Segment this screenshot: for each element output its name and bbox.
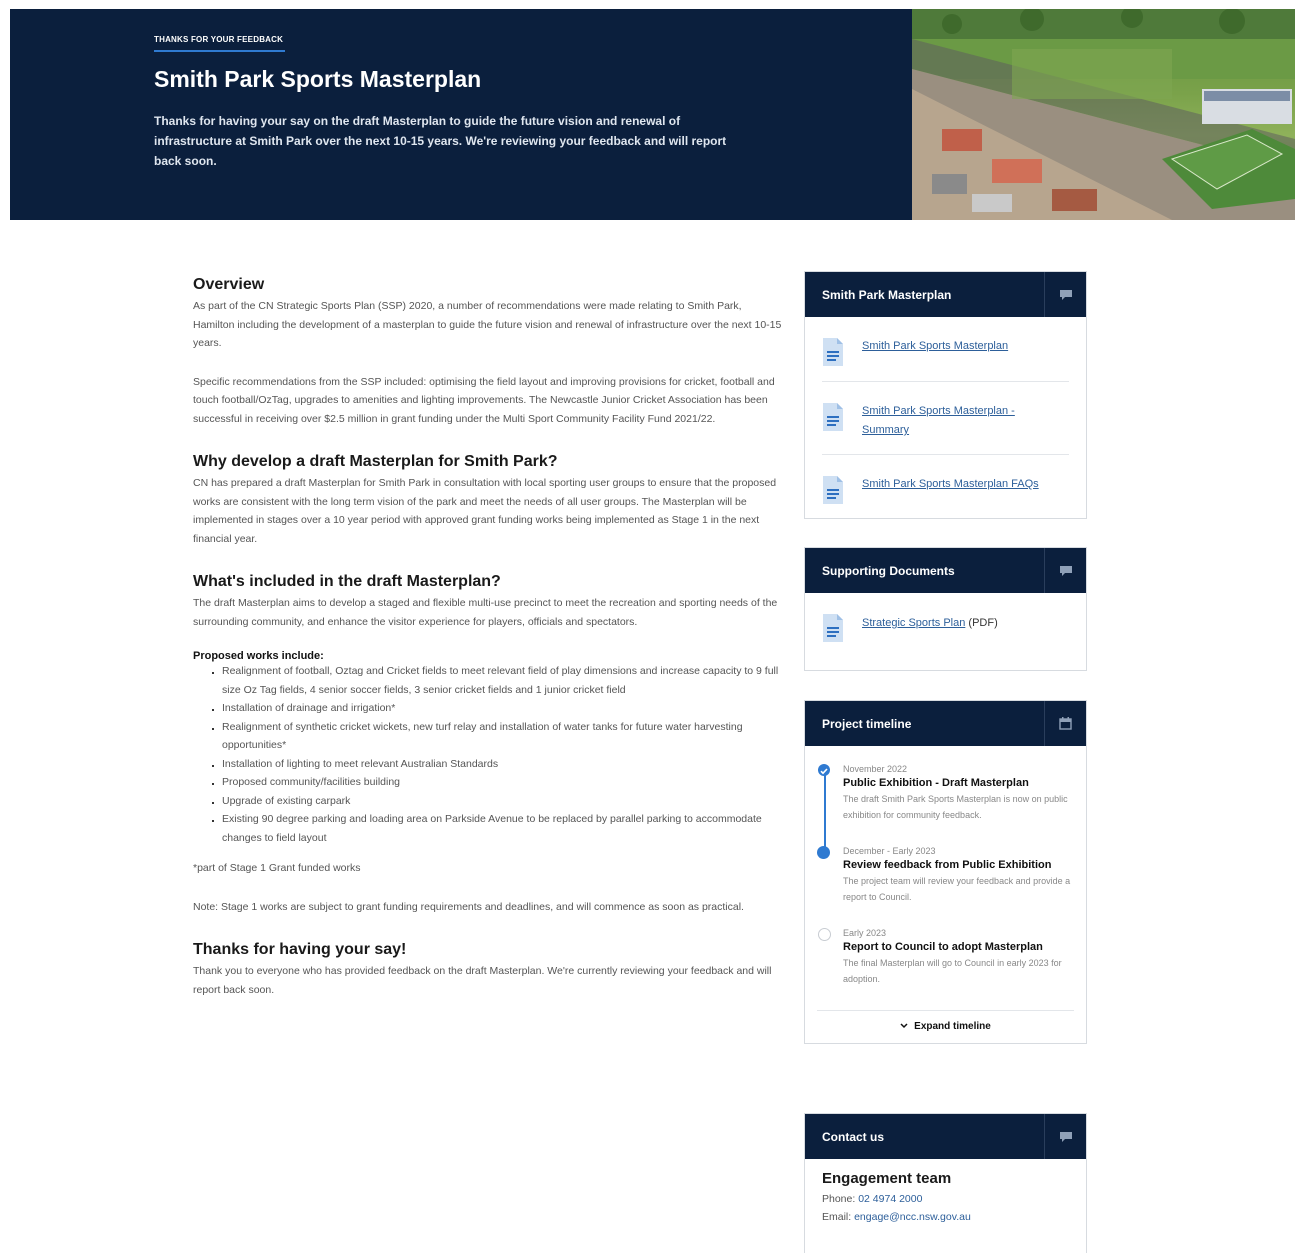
- timeline-date: November 2022: [843, 764, 908, 774]
- chat-icon: [1044, 548, 1086, 593]
- chat-icon: [1044, 272, 1086, 317]
- overview-paragraph-1: As part of the CN Strategic Sports Plan …: [193, 300, 782, 349]
- why-heading: Why develop a draft Masterplan for Smith…: [193, 453, 558, 470]
- stage-note: Note: Stage 1 works are subject to grant…: [193, 900, 744, 913]
- calendar-icon: [1044, 701, 1086, 746]
- timeline: November 2022 Public Exhibition - Draft …: [805, 746, 1086, 1010]
- upcoming-stage-dot: [818, 928, 831, 941]
- timeline-item: Early 2023 Report to Council to adopt Ma…: [818, 928, 1074, 1008]
- overview-paragraph-2: Specific recommendations from the SSP in…: [193, 375, 775, 425]
- masterplan-documents-card: Smith Park Masterplan Smith Park Sports …: [804, 271, 1087, 519]
- check-icon: [818, 764, 830, 776]
- document-link[interactable]: Smith Park Sports Masterplan FAQs: [862, 475, 1039, 494]
- timeline-description: The final Masterplan will go to Council …: [843, 958, 1062, 984]
- timeline-heading: Review feedback from Public Exhibition: [843, 859, 1052, 871]
- page-title: Smith Park Sports Masterplan: [154, 66, 482, 92]
- timeline-item: November 2022 Public Exhibition - Draft …: [818, 764, 1074, 846]
- timeline-heading: Public Exhibition - Draft Masterplan: [843, 777, 1029, 789]
- timeline-item: December - Early 2023 Review feedback fr…: [817, 846, 1074, 928]
- chevron-down-icon: [900, 1021, 908, 1032]
- card-header: Project timeline: [805, 701, 1086, 746]
- card-title: Supporting Documents: [822, 563, 955, 578]
- aerial-photo-illustration: [912, 9, 1295, 220]
- list-item: Proposed community/facilities building: [222, 773, 783, 792]
- email-link[interactable]: engage@ncc.nsw.gov.au: [854, 1211, 971, 1223]
- timeline-description: The project team will review your feedba…: [843, 876, 1071, 902]
- list-item: Realignment of synthetic cricket wickets…: [222, 718, 783, 755]
- list-item: Existing 90 degree parking and loading a…: [222, 810, 783, 847]
- list-item: Installation of lighting to meet relevan…: [222, 755, 783, 774]
- hero-text: THANKS FOR YOUR FEEDBACK Smith Park Spor…: [154, 9, 774, 171]
- card-title: Contact us: [822, 1129, 885, 1144]
- overview-heading: Overview: [193, 276, 265, 293]
- document-item[interactable]: Smith Park Sports Masterplan - Summary: [822, 382, 1069, 455]
- list-item: Upgrade of existing carpark: [222, 792, 783, 811]
- document-format: (PDF): [965, 617, 998, 629]
- card-header: Smith Park Masterplan: [805, 272, 1086, 317]
- hero-eyebrow: THANKS FOR YOUR FEEDBACK: [154, 35, 285, 52]
- timeline-description: The draft Smith Park Sports Masterplan i…: [843, 794, 1068, 820]
- contact-email: Email: engage@ncc.nsw.gov.au: [822, 1208, 1069, 1226]
- card-header: Contact us: [805, 1114, 1086, 1159]
- timeline-date: December - Early 2023: [843, 846, 936, 856]
- document-link[interactable]: Smith Park Sports Masterplan - Summary: [862, 402, 1032, 440]
- timeline-heading: Report to Council to adopt Masterplan: [843, 941, 1043, 953]
- hero-banner: THANKS FOR YOUR FEEDBACK Smith Park Spor…: [10, 9, 1295, 220]
- contact-card: Contact us Engagement team Phone: 02 497…: [804, 1113, 1087, 1253]
- contact-phone: Phone: 02 4974 2000: [822, 1190, 1069, 1208]
- timeline-date: Early 2023: [843, 928, 887, 938]
- supporting-documents-card: Supporting Documents Strategic Sports Pl…: [804, 547, 1087, 671]
- why-paragraph: CN has prepared a draft Masterplan for S…: [193, 477, 777, 545]
- contact-name: Engagement team: [822, 1170, 952, 1187]
- list-item: Installation of drainage and irrigation*: [222, 699, 783, 718]
- thanks-heading: Thanks for having your say!: [193, 941, 407, 958]
- document-link[interactable]: Strategic Sports Plan: [862, 617, 965, 629]
- phone-label: Phone:: [822, 1193, 859, 1205]
- document-icon: [823, 476, 843, 504]
- current-stage-dot: [817, 846, 830, 859]
- document-icon: [823, 338, 843, 366]
- expand-timeline-label: Expand timeline: [914, 1021, 991, 1032]
- document-item[interactable]: Strategic Sports Plan (PDF): [822, 593, 1069, 657]
- document-item[interactable]: Smith Park Sports Masterplan: [822, 317, 1069, 382]
- expand-timeline-button[interactable]: Expand timeline: [817, 1010, 1074, 1043]
- document-item[interactable]: Smith Park Sports Masterplan FAQs: [822, 455, 1069, 519]
- card-header: Supporting Documents: [805, 548, 1086, 593]
- hero-description: Thanks for having your say on the draft …: [154, 114, 727, 168]
- document-icon: [823, 614, 843, 642]
- project-timeline-card: Project timeline November 2022 Public Ex…: [804, 700, 1087, 1044]
- document-link[interactable]: Smith Park Sports Masterplan: [862, 337, 1008, 356]
- proposed-works-label: Proposed works include:: [193, 650, 324, 662]
- chat-icon: [1044, 1114, 1086, 1159]
- main-content: Overview As part of the CN Strategic Spo…: [193, 276, 783, 999]
- document-icon: [823, 403, 843, 431]
- included-paragraph: The draft Masterplan aims to develop a s…: [193, 597, 778, 628]
- hero-aerial-photo: [912, 9, 1295, 220]
- footnote: *part of Stage 1 Grant funded works: [193, 862, 361, 874]
- card-title: Project timeline: [822, 716, 912, 731]
- phone-link[interactable]: 02 4974 2000: [858, 1193, 922, 1205]
- included-heading: What's included in the draft Masterplan?: [193, 573, 501, 590]
- list-item: Realignment of football, Oztag and Crick…: [222, 662, 783, 699]
- card-title: Smith Park Masterplan: [822, 287, 952, 302]
- proposed-works-list: Realignment of football, Oztag and Crick…: [193, 662, 783, 847]
- email-label: Email:: [822, 1211, 855, 1223]
- thanks-paragraph: Thank you to everyone who has provided f…: [193, 965, 772, 996]
